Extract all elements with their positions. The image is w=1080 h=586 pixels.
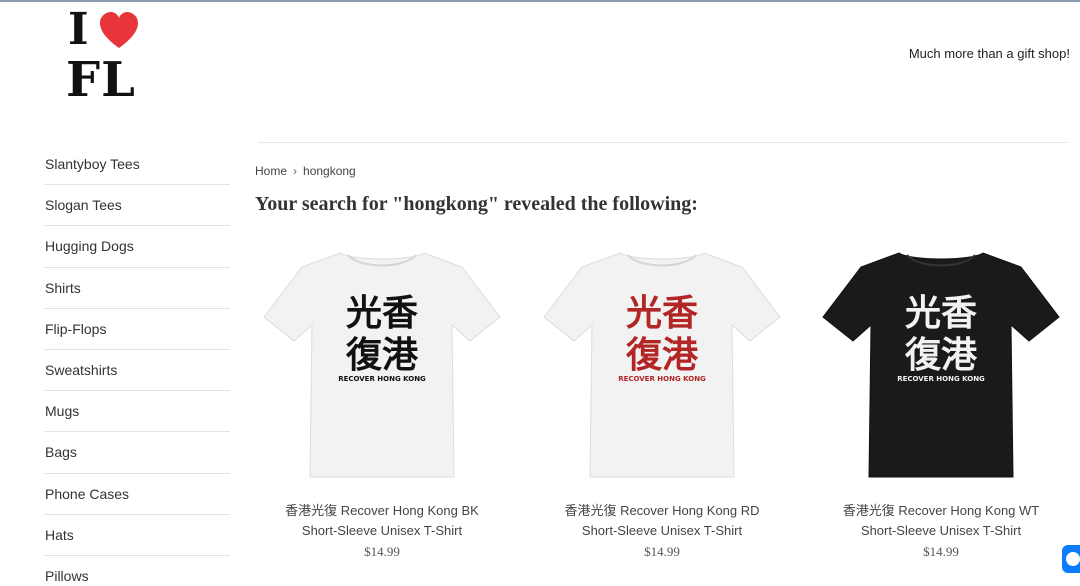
product-price: $14.99 [364, 544, 400, 559]
print-text-bottom: 復港 [625, 335, 699, 376]
sidebar-item-phone-cases[interactable]: Phone Cases [44, 472, 230, 514]
sidebar-item-hugging-dogs[interactable]: Hugging Dogs [44, 225, 230, 266]
search-results-title: Your search for "hongkong" revealed the … [255, 193, 698, 215]
print-text-bottom: 復港 [345, 335, 419, 376]
product-price: $14.99 [644, 544, 680, 559]
logo-letters-fl: FL [66, 52, 136, 108]
product-card[interactable]: 光香 復港 RECOVER HONG KONG 香港光復 Recover Hon… [262, 245, 502, 560]
header-divider [258, 142, 1068, 143]
print-caption: RECOVER HONG KONG [338, 375, 426, 383]
print-text-top: 光香 [626, 293, 698, 334]
print-text-top: 光香 [905, 293, 977, 334]
sidebar-nav: Slantyboy Tees Slogan Tees Hugging Dogs … [44, 143, 230, 586]
print-text-bottom: 復港 [904, 335, 978, 376]
product-card[interactable]: 光香 復港 RECOVER HONG KONG 香港光復 Recover Hon… [542, 245, 782, 560]
product-title-link[interactable]: 香港光復 Recover Hong Kong BK Short-Sleeve U… [262, 501, 502, 541]
sidebar-item-slogan-tees[interactable]: Slogan Tees [44, 184, 230, 225]
breadcrumb: Home › hongkong [255, 164, 356, 178]
sidebar-item-pillows[interactable]: Pillows [44, 554, 230, 586]
product-image-tshirt[interactable]: 光香 復港 RECOVER HONG KONG [821, 245, 1061, 483]
heart-icon [100, 12, 138, 48]
sidebar-item-sweatshirts[interactable]: Sweatshirts [44, 348, 230, 390]
sidebar-item-flip-flops[interactable]: Flip-Flops [44, 307, 230, 349]
sidebar-item-hats[interactable]: Hats [44, 513, 230, 555]
sidebar-item-bags[interactable]: Bags [44, 431, 230, 472]
product-title-link[interactable]: 香港光復 Recover Hong Kong RD Short-Sleeve U… [542, 501, 782, 541]
breadcrumb-current: hongkong [303, 164, 356, 178]
product-price: $14.99 [923, 544, 959, 559]
sidebar-item-shirts[interactable]: Shirts [44, 266, 230, 308]
site-logo[interactable]: I FL [66, 4, 156, 108]
messenger-chat-icon[interactable] [1062, 545, 1080, 573]
site-tagline: Much more than a gift shop! [908, 46, 1070, 61]
product-image-tshirt[interactable]: 光香 復港 RECOVER HONG KONG [262, 245, 502, 483]
product-title-link[interactable]: 香港光復 Recover Hong Kong WT Short-Sleeve U… [821, 501, 1061, 541]
logo-letter-i: I [68, 4, 89, 55]
breadcrumb-home-link[interactable]: Home [255, 164, 287, 178]
sidebar-item-slantyboy-tees[interactable]: Slantyboy Tees [44, 143, 230, 184]
product-card[interactable]: 光香 復港 RECOVER HONG KONG 香港光復 Recover Hon… [821, 245, 1061, 560]
top-border [0, 0, 1080, 2]
sidebar-item-mugs[interactable]: Mugs [44, 390, 230, 431]
product-image-tshirt[interactable]: 光香 復港 RECOVER HONG KONG [542, 245, 782, 483]
print-text-top: 光香 [346, 293, 418, 334]
print-caption: RECOVER HONG KONG [897, 375, 985, 383]
print-caption: RECOVER HONG KONG [618, 375, 706, 383]
breadcrumb-separator-icon: › [293, 164, 298, 178]
